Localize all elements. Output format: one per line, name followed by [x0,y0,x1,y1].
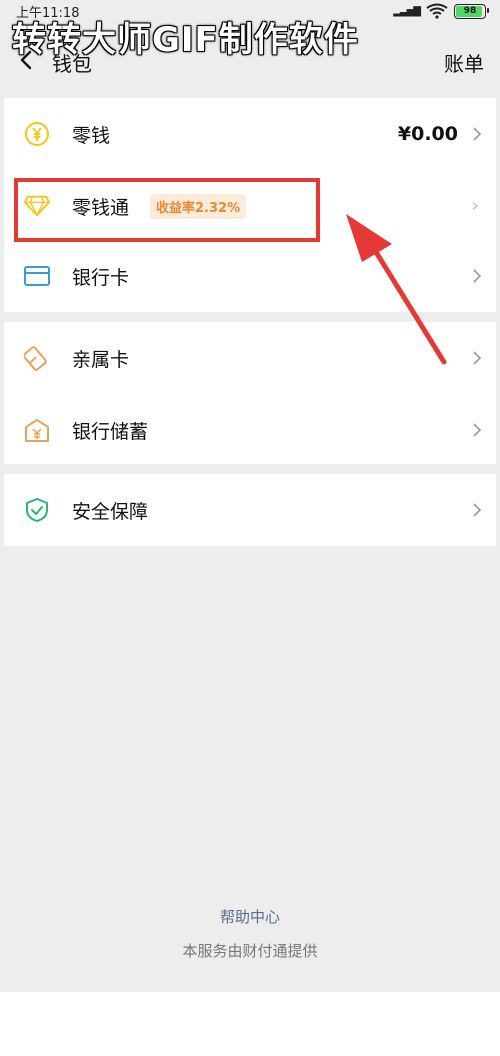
row-family-card[interactable]: 亲属卡 [4,322,496,394]
watermark-text: 转转大师GIF制作软件 [12,20,359,60]
row-label: 银行储蓄 [72,420,149,443]
bill-button[interactable]: 账单 [444,48,484,77]
security-group: 安全保障 [4,474,496,546]
row-bank-deposit[interactable]: 银行储蓄 [4,394,496,466]
wifi-icon [426,3,448,19]
family-group: 亲属卡 银行储蓄 [4,322,496,464]
help-center-link[interactable]: 帮助中心 [0,906,500,927]
status-icons: ▂▃▅▇ 98 [393,2,489,20]
highlight-box [14,178,320,242]
chevron-right-icon [473,269,482,283]
bank-card-icon [24,263,50,289]
row-change[interactable]: 零钱 ¥0.00 [4,98,496,170]
chevron-right-icon [473,503,482,517]
shield-check-icon [24,497,50,523]
yuan-coin-icon [24,121,50,147]
balance-value: ¥0.00 [397,123,458,145]
row-label: 银行卡 [72,266,130,289]
battery-icon: 98 [454,3,489,19]
chevron-right-icon [473,423,482,437]
battery-level: 98 [463,6,477,16]
row-label: 安全保障 [72,500,149,523]
chevron-right-icon [472,202,478,210]
bottom-bar [0,992,500,1056]
chevron-right-icon [473,127,482,141]
row-label: 亲属卡 [72,348,130,371]
row-security[interactable]: 安全保障 [4,474,496,546]
row-label: 零钱 [72,124,111,147]
row-bank-card[interactable]: 银行卡 [4,240,496,312]
provider-note: 本服务由财付通提供 [182,942,318,960]
family-card-icon [24,345,50,371]
signal-icon: ▂▃▅▇ [393,5,421,17]
bank-deposit-icon [24,417,50,443]
chevron-right-icon [473,351,482,365]
